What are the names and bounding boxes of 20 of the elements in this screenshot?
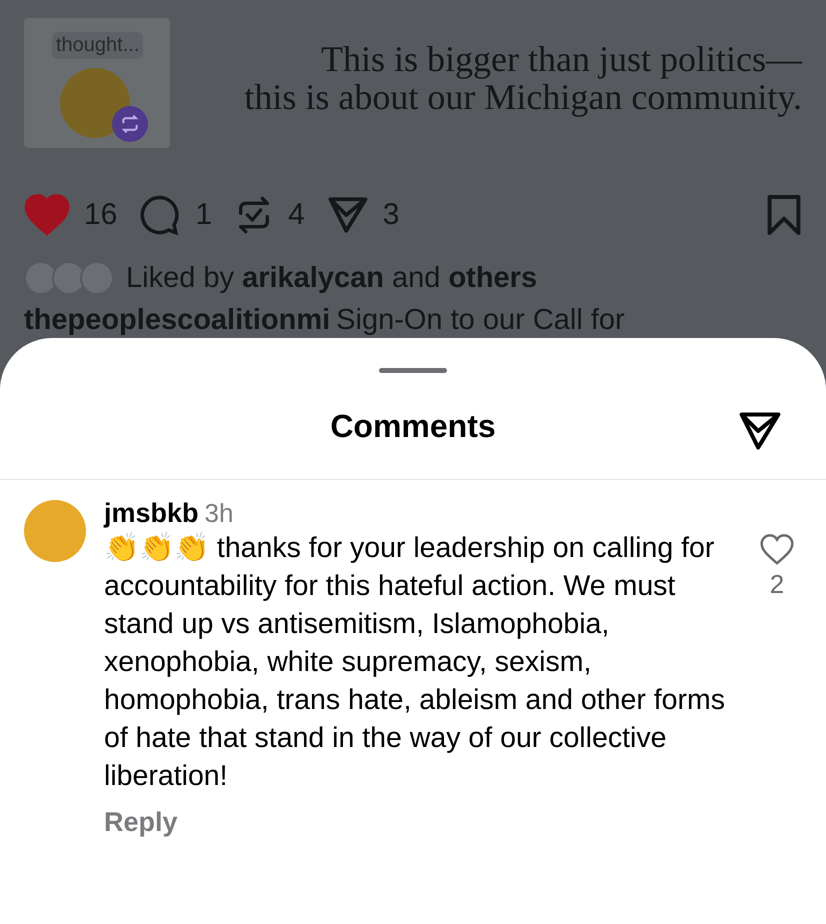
like-count: 16 [84, 198, 118, 232]
comment-count: 1 [195, 198, 212, 232]
comment-text: 👏👏👏 thanks for your leadership on calling for accountability for this hateful action. We must stand up vs antisemitism, Islamophobia, xenophobia, white supremacy, sexism, homophobia, trans hate, ableism and other forms of hate that stand in the way of our collective liberation! [104, 531, 726, 794]
comment-like-count: 2 [770, 568, 784, 600]
drag-handle[interactable] [379, 368, 447, 373]
share-count: 3 [382, 198, 400, 232]
thought-hint: thought... [52, 32, 144, 59]
caption-username[interactable]: thepeoplescoalitionmi [24, 304, 330, 337]
bookmark-icon[interactable] [766, 195, 802, 235]
liked-by-text: Liked by arikalycan and others [126, 262, 538, 294]
reply-link[interactable]: Reply [104, 807, 734, 838]
comment-time: 3h [204, 498, 234, 529]
caption-text: Sign-On to our Call for [336, 304, 625, 337]
repost-count: 4 [288, 198, 305, 232]
quote-text: This is bigger than just politics— this is about our Michigan community. [243, 40, 802, 116]
comment-username[interactable]: jmsbkb [104, 498, 199, 529]
repost-badge-icon [112, 106, 148, 142]
comment-icon[interactable] [139, 194, 182, 236]
heart-icon[interactable] [760, 534, 794, 565]
sheet-title: Comments [330, 408, 496, 444]
